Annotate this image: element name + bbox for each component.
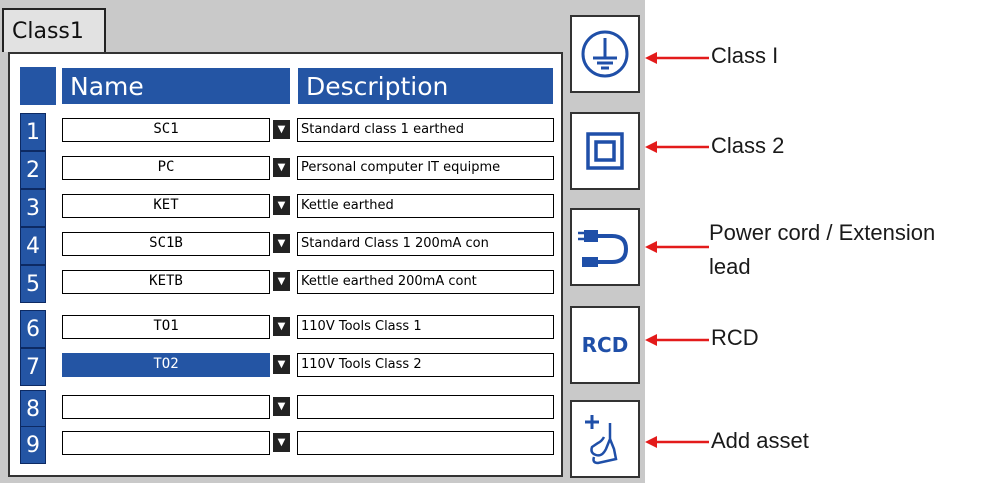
dropdown-arrow-icon[interactable]: ▼ [273, 120, 290, 139]
earth-ground-icon [581, 30, 629, 78]
description-field[interactable] [297, 431, 554, 455]
arrow-icon [645, 334, 709, 346]
callout-rcd: RCD [711, 325, 759, 350]
dropdown-arrow-icon[interactable]: ▼ [273, 158, 290, 177]
callout-cord-line1: Power cord / Extension [709, 220, 936, 245]
table-row[interactable]: 2 PC ▼ Personal computer IT equipme [20, 151, 555, 189]
description-field[interactable]: Standard class 1 earthed [297, 118, 554, 142]
description-field[interactable]: 110V Tools Class 1 [297, 315, 554, 339]
table-row[interactable]: 5 KETB ▼ Kettle earthed 200mA cont [20, 265, 555, 303]
description-field[interactable]: 110V Tools Class 2 [297, 353, 554, 377]
description-field[interactable]: Kettle earthed 200mA cont [297, 270, 554, 294]
arrow-icon [645, 436, 709, 448]
name-field[interactable]: TO2 [62, 353, 270, 377]
table-row[interactable]: 6 TO1 ▼ 110V Tools Class 1 [20, 310, 555, 348]
row-number: 9 [20, 426, 46, 464]
dropdown-arrow-icon[interactable]: ▼ [273, 433, 290, 452]
dropdown-arrow-icon[interactable]: ▼ [273, 355, 290, 374]
description-field[interactable]: Standard Class 1 200mA con [297, 232, 554, 256]
description-field[interactable]: Personal computer IT equipme [297, 156, 554, 180]
dropdown-arrow-icon[interactable]: ▼ [273, 234, 290, 253]
row-number: 8 [20, 390, 46, 428]
description-field[interactable]: Kettle earthed [297, 194, 554, 218]
table-row[interactable]: 9 ▼ [20, 426, 555, 464]
device-screen: Class1 Name Description 1 SC1 ▼ Standard… [0, 0, 645, 483]
callout-class2: Class 2 [711, 133, 785, 158]
callout-add-asset: Add asset [711, 428, 809, 453]
double-square-icon [586, 132, 624, 170]
class1-button[interactable] [570, 15, 640, 93]
row-number: 6 [20, 310, 46, 348]
table-row[interactable]: 3 KET ▼ Kettle earthed [20, 189, 555, 227]
row-number: 2 [20, 151, 46, 189]
power-cord-button[interactable] [570, 208, 640, 286]
header-description: Description [297, 67, 554, 105]
add-asset-icon [585, 415, 618, 465]
row-number: 5 [20, 265, 46, 303]
rcd-button[interactable]: RCD [570, 306, 640, 384]
name-field[interactable]: SC1B [62, 232, 270, 256]
row-number: 3 [20, 189, 46, 227]
power-cord-icon [578, 230, 629, 267]
rcd-label: RCD [581, 333, 629, 357]
dropdown-arrow-icon[interactable]: ▼ [273, 196, 290, 215]
name-field[interactable]: SC1 [62, 118, 270, 142]
arrow-icon [645, 52, 709, 64]
header-number-cell [20, 67, 56, 105]
callout-cord-line2: lead [709, 254, 751, 279]
name-field[interactable] [62, 431, 270, 455]
arrow-icon [645, 141, 709, 153]
row-number: 1 [20, 113, 46, 151]
name-field[interactable]: TO1 [62, 315, 270, 339]
name-field[interactable]: PC [62, 156, 270, 180]
tab-class1[interactable]: Class1 [2, 8, 106, 52]
header-name: Name [61, 67, 291, 105]
name-field[interactable]: KET [62, 194, 270, 218]
dropdown-arrow-icon[interactable]: ▼ [273, 397, 290, 416]
table-row-selected[interactable]: 7 TO2 ▼ 110V Tools Class 2 [20, 348, 555, 386]
add-asset-button[interactable] [570, 400, 640, 478]
row-number: 4 [20, 227, 46, 265]
table-row[interactable]: 1 SC1 ▼ Standard class 1 earthed [20, 113, 555, 151]
class2-button[interactable] [570, 112, 640, 190]
callout-class1: Class I [711, 43, 779, 68]
description-field[interactable] [297, 395, 554, 419]
arrow-icon [645, 241, 709, 253]
name-field[interactable]: KETB [62, 270, 270, 294]
table-row[interactable]: 8 ▼ [20, 390, 555, 428]
row-number: 7 [20, 348, 46, 386]
name-field[interactable] [62, 395, 270, 419]
dropdown-arrow-icon[interactable]: ▼ [273, 272, 290, 291]
dropdown-arrow-icon[interactable]: ▼ [273, 317, 290, 336]
table-row[interactable]: 4 SC1B ▼ Standard Class 1 200mA con [20, 227, 555, 265]
